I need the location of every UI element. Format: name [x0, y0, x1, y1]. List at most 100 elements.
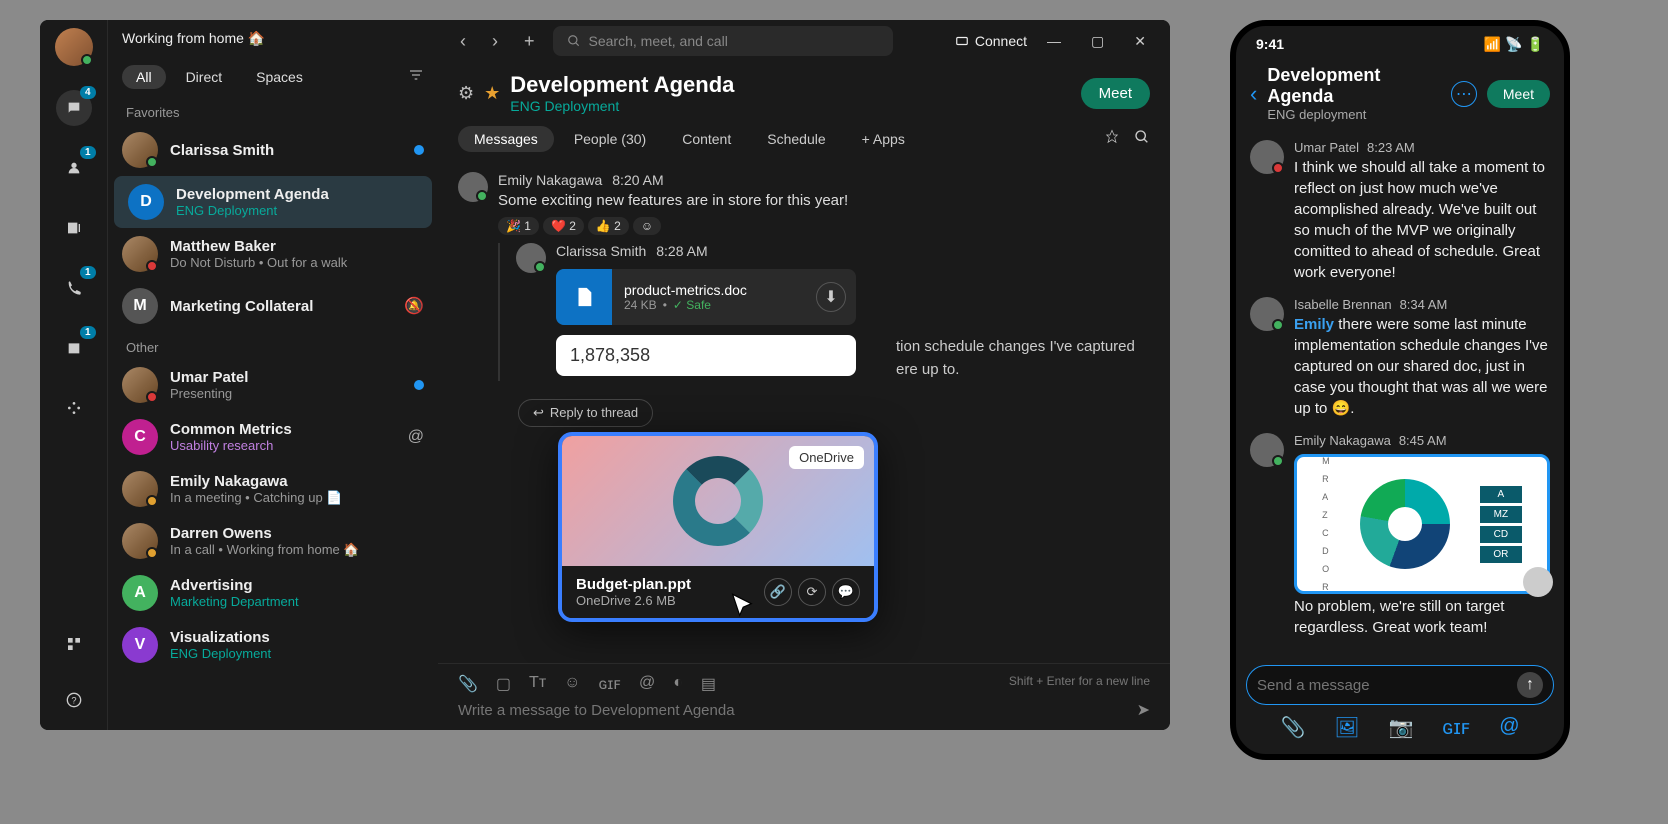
composer-input[interactable]: [458, 702, 1137, 719]
avatar: [122, 367, 158, 403]
screen-icon[interactable]: ▢: [496, 674, 511, 694]
phone-meet-button[interactable]: Meet: [1487, 80, 1550, 108]
phone-attach-icon[interactable]: 📎: [1280, 715, 1305, 740]
conversation-item[interactable]: V Visualizations ENG Deployment: [108, 619, 438, 671]
add-reaction[interactable]: ☺: [633, 217, 661, 235]
meet-button[interactable]: Meet: [1081, 78, 1150, 109]
conversation-item[interactable]: D Development Agenda ENG Deployment: [114, 176, 432, 228]
rail-phone-icon[interactable]: 1: [56, 270, 92, 306]
rail-teams-icon[interactable]: 1: [56, 150, 92, 186]
file-attachment[interactable]: product-metrics.doc 24 KB • ✓ Safe ⬇: [556, 269, 856, 325]
unread-dot: [414, 145, 424, 155]
space-tab-people[interactable]: People (30): [558, 126, 662, 152]
format-icon[interactable]: Tᴛ: [529, 674, 546, 694]
connect-icon: [955, 34, 969, 48]
emoji-icon[interactable]: ☺: [564, 674, 580, 694]
legend-item: A: [1480, 486, 1522, 503]
reply-to-thread-button[interactable]: ↩Reply to thread: [518, 399, 653, 427]
rail-calendar-icon[interactable]: 1: [56, 330, 92, 366]
pin-icon[interactable]: [1104, 129, 1120, 150]
conversation-item[interactable]: M Marketing Collateral 🔕: [108, 280, 438, 332]
phone-gif-icon[interactable]: ɢɪꜰ: [1442, 715, 1470, 740]
space-tab-schedule[interactable]: Schedule: [751, 126, 841, 152]
phone-message-item: Isabelle Brennan8:34 AM Emily there were…: [1250, 297, 1550, 419]
search-input[interactable]: Search, meet, and call: [553, 26, 893, 56]
back-icon[interactable]: ‹: [1250, 81, 1257, 107]
tab-direct[interactable]: Direct: [172, 65, 237, 89]
rail-more-icon[interactable]: [56, 390, 92, 426]
minimize-button[interactable]: —: [1037, 29, 1071, 53]
rail-help-icon[interactable]: ?: [56, 682, 92, 718]
phone-image-icon[interactable]: 🖼: [1334, 715, 1359, 740]
close-button[interactable]: ✕: [1124, 29, 1156, 54]
maximize-button[interactable]: ▢: [1081, 29, 1114, 54]
filter-icon[interactable]: [408, 67, 424, 88]
nav-forward-icon[interactable]: ›: [484, 27, 506, 56]
phone-status-bar: 9:41 📶 📡 🔋: [1236, 26, 1564, 57]
phone-message-item: Umar Patel8:23 AM I think we should all …: [1250, 140, 1550, 283]
rail-apps-icon[interactable]: [56, 626, 92, 662]
conversation-item[interactable]: A Advertising Marketing Department: [108, 567, 438, 619]
mention-icon[interactable]: @: [639, 674, 655, 694]
space-tab-messages[interactable]: Messages: [458, 126, 554, 152]
share-preview-overlay[interactable]: OneDrive Budget-plan.ppt OneDrive 2.6 MB…: [558, 432, 878, 622]
new-tab-icon[interactable]: +: [516, 27, 543, 56]
message-list: Emily Nakagawa 8:20 AM Some exciting new…: [438, 162, 1170, 663]
chart-attachment[interactable]: MRAZCDOR AMZCDOR: [1294, 454, 1550, 594]
avatar: C: [122, 419, 158, 455]
tab-all[interactable]: All: [122, 65, 166, 89]
self-avatar[interactable]: [55, 28, 93, 66]
settings-icon[interactable]: ⚙: [458, 83, 474, 104]
conversation-item[interactable]: Emily Nakagawa In a meeting • Catching u…: [108, 463, 438, 515]
audio-play-icon[interactable]: [1523, 567, 1553, 597]
refresh-icon[interactable]: ⟳: [798, 578, 826, 606]
mention[interactable]: Emily: [1294, 316, 1334, 333]
avatar: [122, 471, 158, 507]
reaction-pill[interactable]: 🎉 1: [498, 217, 539, 235]
conversation-item[interactable]: Clarissa Smith: [108, 124, 438, 176]
gif-icon[interactable]: ɢɪꜰ: [599, 674, 621, 694]
conversation-item[interactable]: Matthew Baker Do Not Disturb • Out for a…: [108, 228, 438, 280]
reaction-pill[interactable]: 👍 2: [588, 217, 629, 235]
download-icon[interactable]: ⬇: [816, 282, 846, 312]
conversation-item[interactable]: C Common Metrics Usability research @: [108, 411, 438, 463]
space-tab-apps[interactable]: + Apps: [846, 126, 921, 152]
search-space-icon[interactable]: [1134, 129, 1150, 150]
avatar: [122, 523, 158, 559]
link-icon[interactable]: 🔗: [764, 578, 792, 606]
nav-back-icon[interactable]: ‹: [452, 27, 474, 56]
attach-icon[interactable]: 📎: [458, 674, 478, 694]
phone-camera-icon[interactable]: 📷: [1388, 715, 1413, 740]
comment-icon[interactable]: 💬: [832, 578, 860, 606]
contact-name: Visualizations: [170, 629, 424, 646]
rail-messaging-icon[interactable]: 4: [56, 90, 92, 126]
send-icon[interactable]: ➤: [1137, 700, 1150, 720]
phone-send-icon[interactable]: ↑: [1517, 672, 1543, 698]
file-preview[interactable]: 1,878,358: [556, 335, 856, 376]
conversation-item[interactable]: Darren Owens In a call • Working from ho…: [108, 515, 438, 567]
rail-contacts-icon[interactable]: [56, 210, 92, 246]
phone-composer[interactable]: ↑: [1246, 665, 1554, 705]
other-header: Other: [108, 332, 438, 359]
bitmoji-icon[interactable]: ◐: [673, 674, 683, 694]
phone-message-item: Emily Nakagawa8:45 AM MRAZCDOR AMZCDOR N…: [1250, 433, 1550, 638]
mention-badge: @: [408, 428, 424, 446]
tab-spaces[interactable]: Spaces: [242, 65, 317, 89]
favorite-star-icon[interactable]: ★: [484, 83, 500, 104]
person-icon[interactable]: ▤: [701, 674, 716, 694]
avatar: [1250, 433, 1284, 467]
avatar: [122, 236, 158, 272]
avatar: M: [122, 288, 158, 324]
reaction-pill[interactable]: ❤️ 2: [543, 217, 584, 235]
conversation-item[interactable]: Umar Patel Presenting: [108, 359, 438, 411]
space-title: Development Agenda: [510, 72, 734, 98]
connect-button[interactable]: Connect: [955, 33, 1027, 49]
phone-composer-input[interactable]: [1257, 677, 1517, 694]
file-safe-badge: ✓ Safe: [673, 298, 711, 312]
space-tab-content[interactable]: Content: [666, 126, 747, 152]
more-icon[interactable]: ⋯: [1451, 81, 1477, 107]
message-text: Some exciting new features are in store …: [498, 190, 1150, 211]
message-item: Emily Nakagawa 8:20 AM Some exciting new…: [458, 172, 1150, 235]
phone-mention-icon[interactable]: @: [1499, 715, 1519, 740]
axis-label: M: [1322, 456, 1330, 466]
